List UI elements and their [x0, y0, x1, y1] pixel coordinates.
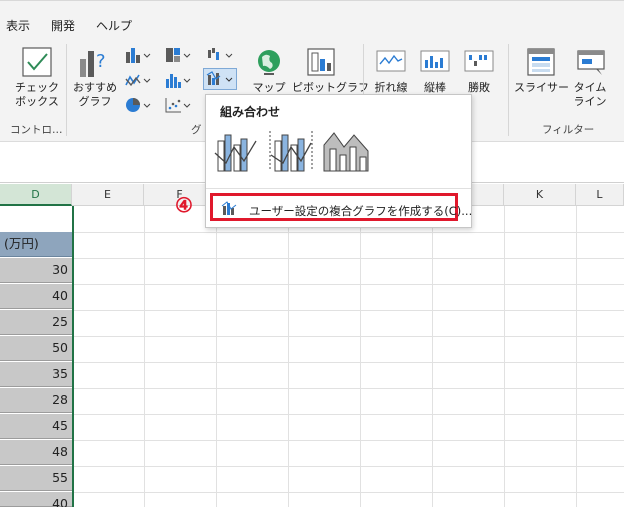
data-cell[interactable]: 48 [0, 440, 72, 465]
grid-line [504, 206, 505, 507]
tab-view[interactable]: 表示 [6, 17, 30, 34]
recommended-charts-button[interactable]: おすすめ グラフ [72, 81, 118, 109]
grid-line [0, 414, 624, 415]
checkbox-button[interactable]: チェック ボックス [14, 81, 60, 109]
slicer-icon[interactable] [526, 47, 556, 80]
grid-line [432, 206, 433, 507]
sparkline-winloss-icon[interactable] [464, 50, 494, 75]
timeline-label-2: ライン [573, 95, 607, 108]
waterfall-chart-icon[interactable] [206, 46, 234, 67]
data-cell[interactable]: 35 [0, 362, 72, 387]
recommended-charts-icon[interactable]: ? [78, 47, 112, 82]
dropdown-separator [206, 188, 471, 189]
combo-option-clustered-secondary-line[interactable] [267, 127, 315, 175]
grid-line [144, 206, 145, 507]
timeline-icon[interactable] [576, 47, 606, 80]
hierarchy-chart-icon[interactable] [164, 46, 192, 67]
pivot-chart-button[interactable]: ピボットグラフ [292, 81, 369, 95]
scatter-chart-icon[interactable] [164, 96, 192, 117]
group-charts-label: グ [191, 124, 202, 136]
grid-line [288, 206, 289, 507]
data-cell[interactable]: 25 [0, 310, 72, 335]
grid-line [0, 336, 624, 337]
combo-chart-dropdown: 組み合わせ ユーザー設定の複合グラフを作成する(C)... [205, 94, 472, 228]
grid-line [576, 206, 577, 507]
tab-help[interactable]: ヘルプ [96, 17, 132, 34]
separator [508, 44, 509, 136]
slicer-button[interactable]: スライサー [514, 81, 569, 95]
sparkline-line-button[interactable]: 折れ線 [370, 81, 412, 95]
step-marker: ④ [175, 193, 193, 217]
top-border [0, 0, 624, 1]
grid-line [0, 388, 624, 389]
globe-icon[interactable] [254, 47, 284, 80]
column-header-e[interactable]: E [72, 184, 144, 206]
combo-option-stacked-area[interactable] [322, 127, 370, 175]
grid-line [0, 310, 624, 311]
line-chart-icon[interactable] [124, 71, 152, 92]
map-button[interactable]: マップ [250, 81, 288, 95]
data-cell[interactable]: 28 [0, 388, 72, 413]
data-cell[interactable]: 40 [0, 284, 72, 309]
custom-combo-chart-item[interactable]: ユーザー設定の複合グラフを作成する(C)... [210, 193, 472, 221]
group-filter-label: フィルター [542, 124, 595, 136]
column-header-k[interactable]: K [504, 184, 576, 206]
grid-line [0, 492, 624, 493]
recommended-label-1: おすすめ [73, 81, 117, 94]
dropdown-title: 組み合わせ [220, 105, 281, 119]
column-header-d[interactable]: D [0, 184, 72, 206]
svg-text:?: ? [96, 51, 106, 72]
combo-chart-button[interactable] [203, 68, 237, 90]
spreadsheet-grid[interactable]: D E F G H I J K L (万円) 30 40 25 50 35 28… [0, 184, 624, 507]
grid-line [0, 284, 624, 285]
data-cell[interactable]: 45 [0, 414, 72, 439]
checkbox-label-2: ボックス [15, 95, 59, 108]
grid-line [360, 206, 361, 507]
recommended-label-2: グラフ [78, 95, 112, 108]
column-header-l[interactable]: L [576, 184, 624, 206]
data-cell[interactable]: 30 [0, 258, 72, 283]
grid-line [0, 362, 624, 363]
grid-line [0, 232, 624, 233]
pivot-chart-icon[interactable] [306, 47, 336, 80]
menu-bar: 表示 開発 ヘルプ [0, 0, 624, 38]
grid-line [0, 466, 624, 467]
tab-developer[interactable]: 開発 [51, 17, 75, 34]
grid-line [0, 258, 624, 259]
statistic-chart-icon[interactable] [164, 71, 192, 92]
checkbox-icon[interactable] [22, 47, 52, 80]
data-cell[interactable]: 40 [0, 492, 72, 507]
combo-option-clustered-line[interactable] [212, 127, 260, 175]
sparkline-column-icon[interactable] [420, 50, 450, 75]
column-chart-icon[interactable] [124, 46, 152, 67]
custom-combo-chart-icon [221, 200, 239, 219]
selection-border [72, 206, 74, 507]
timeline-label-1: タイム [573, 81, 607, 94]
timeline-button[interactable]: タイム ライン [568, 81, 612, 109]
group-controls-label: コントロ… [10, 124, 63, 136]
separator [66, 44, 67, 136]
sparkline-winloss-button[interactable]: 勝敗 [458, 81, 500, 95]
data-cell[interactable]: 55 [0, 466, 72, 491]
checkbox-label-1: チェック [15, 81, 59, 94]
custom-combo-chart-label: ユーザー設定の複合グラフを作成する(C)... [249, 204, 473, 218]
grid-line [216, 206, 217, 507]
data-cell[interactable]: 50 [0, 336, 72, 361]
cell-header[interactable]: (万円) [0, 232, 72, 257]
sparkline-column-button[interactable]: 縦棒 [414, 81, 456, 95]
grid-line [0, 440, 624, 441]
sparkline-line-icon[interactable] [376, 50, 406, 75]
pie-chart-icon[interactable] [124, 96, 152, 117]
